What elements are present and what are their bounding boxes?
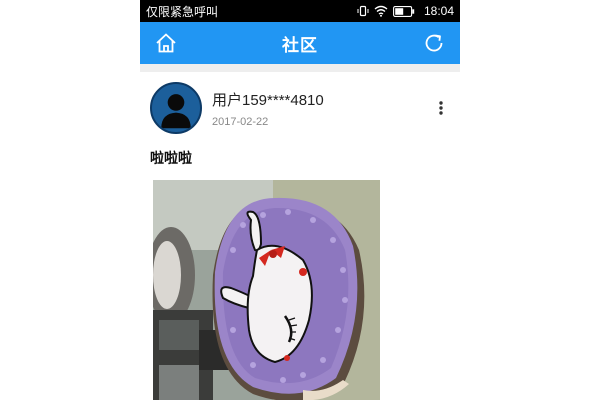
header-divider xyxy=(140,64,460,72)
post-card[interactable]: 用户159****4810 2017-02-22 啦啦啦 xyxy=(140,72,460,400)
cake-photo[interactable] xyxy=(153,180,380,400)
carrier-label: 仅限紧急呼叫 xyxy=(146,4,219,19)
user-silhouette-icon xyxy=(161,94,191,129)
phone-screen: 仅限紧急呼叫 18:04 社区 用户159****4810 2017-02-22… xyxy=(140,0,460,400)
refresh-icon[interactable] xyxy=(422,31,446,55)
vibrate-icon xyxy=(357,5,369,17)
wifi-icon xyxy=(374,5,388,17)
status-bar: 仅限紧急呼叫 18:04 xyxy=(140,0,460,22)
username[interactable]: 用户159****4810 xyxy=(212,89,434,110)
more-vertical-icon[interactable] xyxy=(434,97,448,119)
status-time: 18:04 xyxy=(423,4,454,18)
home-icon[interactable] xyxy=(154,31,178,55)
battery-icon xyxy=(393,5,415,17)
avatar[interactable] xyxy=(150,82,202,134)
app-header: 社区 xyxy=(140,22,460,64)
status-icons: 18:04 xyxy=(357,4,454,18)
post-header: 用户159****4810 2017-02-22 xyxy=(150,82,450,134)
user-meta: 用户159****4810 2017-02-22 xyxy=(212,89,434,128)
post-date: 2017-02-22 xyxy=(212,115,269,128)
page-title: 社区 xyxy=(282,35,318,55)
post-text: 啦啦啦 xyxy=(150,150,192,166)
